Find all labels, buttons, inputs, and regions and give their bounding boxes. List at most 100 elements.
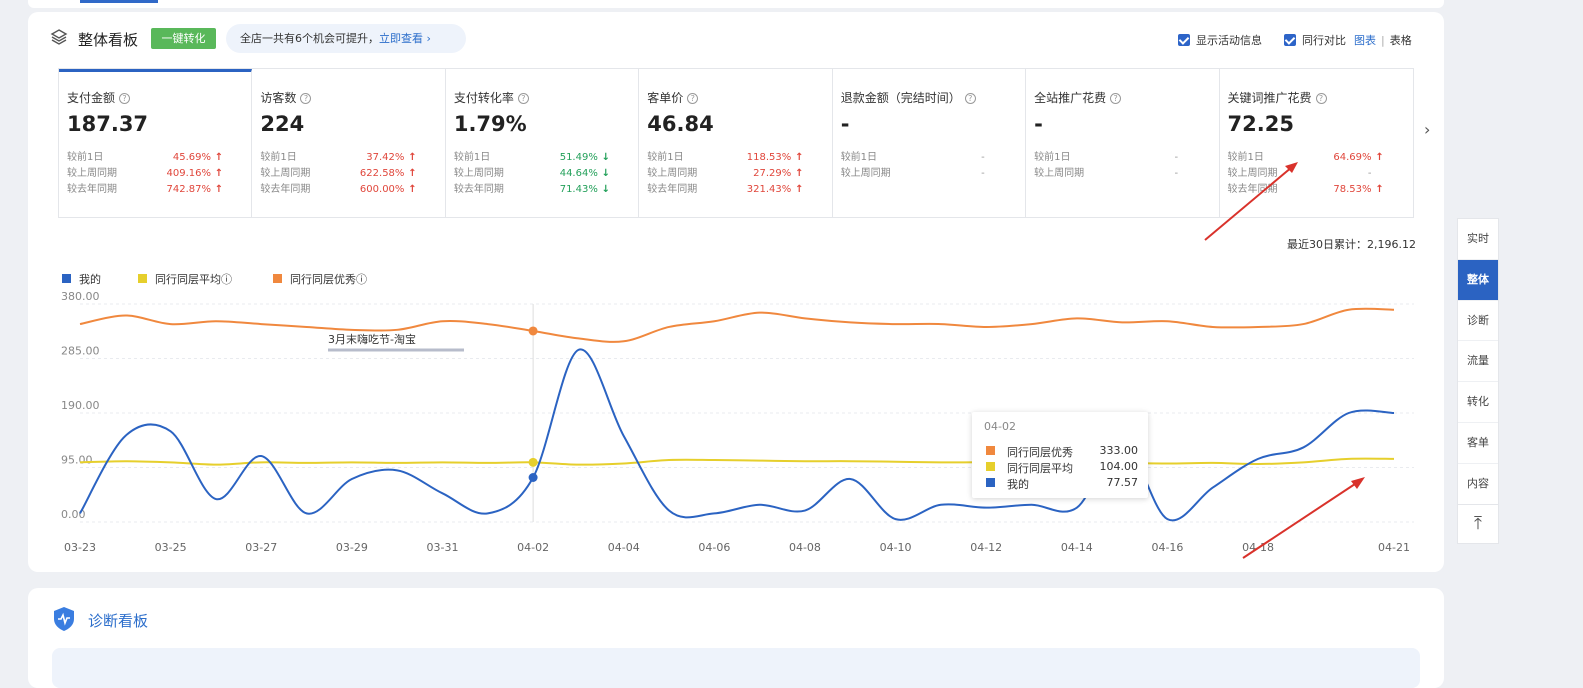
trend-chart: 我的 同行同层平均ⓘ 同行同层优秀ⓘ0.0095.00190.00285.00380… <box>61 272 1414 554</box>
help-icon[interactable]: ? <box>300 93 312 104</box>
x-tick-label: 04-21 <box>1378 541 1410 554</box>
side-navigation: 实时 整体 诊断 流量 转化 客单 内容 <box>1457 218 1499 544</box>
view-now-link[interactable]: 立即查看 <box>379 32 423 45</box>
comparison-label: 较前1日 <box>1034 152 1071 163</box>
comparison-row: 较去年同期 321.43% ↑ <box>647 182 807 198</box>
chevron-right-icon[interactable]: › <box>1424 120 1438 139</box>
comparison-row: 较去年同期 78.53% ↑ <box>1228 182 1388 198</box>
comparison-row: 较上周同期 409.16% ↑ <box>67 166 227 182</box>
sidenav-item[interactable]: 客单 <box>1458 423 1498 464</box>
x-tick-label: 04-14 <box>1061 541 1093 554</box>
arrow-up-icon: ↑ <box>1375 152 1384 163</box>
tooltip-series-value: 77.57 <box>1106 476 1139 489</box>
diagnosis-panel: 诊断看板 <box>28 588 1444 688</box>
arrow-up-icon: ↑ <box>795 152 804 163</box>
help-icon[interactable]: ? <box>517 93 529 104</box>
metric-card[interactable]: 支付金额? 187.37 较前1日 45.69% ↑ 较上周同期 409.16% ↑ 较去年同期… <box>59 69 253 217</box>
metric-card[interactable]: 访客数? 224 较前1日 37.42% ↑ 较上周同期 622.58% ↑ 较去年同期 600.… <box>252 69 446 217</box>
comparison-label: 较上周同期 <box>67 168 117 179</box>
sidenav-item[interactable]: 流量 <box>1458 341 1498 382</box>
tooltip-series-name: 我的 <box>1007 478 1029 491</box>
active-tab-indicator <box>80 0 158 3</box>
metric-cards: 支付金额? 187.37 较前1日 45.69% ↑ 较上周同期 409.16% ↑ 较去年同期… <box>58 68 1414 218</box>
comparison-row: 较前1日 51.49% ↓ <box>454 150 614 166</box>
comparison-value: 64.69% <box>1333 152 1372 163</box>
x-tick-label: 04-06 <box>698 541 730 554</box>
metric-card[interactable]: 关键词推广花费? 72.25 较前1日 64.69% ↑ 较上周同期 - 较去年同期 78.53… <box>1220 69 1413 217</box>
sidenav-item[interactable]: 内容 <box>1458 464 1498 505</box>
comparison-value: 409.16% <box>166 168 212 179</box>
metric-card[interactable]: 退款金额（完结时间）? - 较前1日 - 较上周同期 - <box>833 69 1027 217</box>
view-table-link[interactable]: 表格 <box>1390 32 1412 48</box>
sidenav-item[interactable]: 转化 <box>1458 382 1498 423</box>
comparison-label: 较上周同期 <box>1034 168 1085 179</box>
back-to-top-icon[interactable]: ⤒ <box>1457 504 1499 544</box>
no-change-icon <box>985 150 1001 166</box>
help-icon[interactable]: ? <box>687 93 699 104</box>
comparison-label: 较去年同期 <box>260 184 311 195</box>
opportunity-tip[interactable]: 全店一共有6个机会可提升，立即查看 › <box>226 24 466 53</box>
help-icon[interactable]: ? <box>119 93 131 104</box>
comparison-value: 51.49% <box>559 152 598 163</box>
arrow-up-icon: ↑ <box>795 184 804 195</box>
view-separator: | <box>1381 33 1385 47</box>
comparison-label: 较上周同期 <box>647 168 698 179</box>
x-tick-label: 04-04 <box>608 541 640 554</box>
comparison-label: 较去年同期 <box>1227 184 1278 195</box>
metric-label: 退款金额（完结时间）? <box>841 89 1025 106</box>
sidenav-item[interactable]: 整体 <box>1458 259 1498 301</box>
no-change-icon <box>1372 166 1388 182</box>
help-icon[interactable]: ? <box>964 93 976 104</box>
sidenav-item[interactable]: 实时 <box>1458 219 1498 260</box>
arrow-down-icon: ↓ <box>601 168 611 179</box>
comparison-row: 较去年同期 71.43% ↓ <box>454 182 614 198</box>
help-icon[interactable]: ? <box>1315 93 1327 104</box>
comparison-value: 742.87% <box>166 184 212 195</box>
help-icon[interactable]: ? <box>1110 93 1122 104</box>
show-activity-checkbox[interactable]: 显示活动信息 <box>1178 32 1262 48</box>
tooltip-series-value: 104.00 <box>1099 460 1139 473</box>
sidenav-item[interactable]: 诊断 <box>1458 301 1498 342</box>
comparison-row: 较上周同期 622.58% ↑ <box>260 166 420 182</box>
y-tick-label: 285.00 <box>61 345 100 358</box>
comparison-row: 较去年同期 600.00% ↑ <box>260 182 420 198</box>
series-line-peer-best <box>79 307 1395 343</box>
legend-swatch <box>273 274 282 283</box>
overview-panel: 整体看板 一键转化 全店一共有6个机会可提升，立即查看 › 显示活动信息 同行对… <box>28 12 1444 572</box>
comparison-row: 较前1日 37.42% ↑ <box>260 150 420 166</box>
comparison-row: 较上周同期 - <box>1228 166 1388 182</box>
comparison-label: 较前1日 <box>647 152 684 163</box>
diagnosis-content <box>52 648 1420 688</box>
checkbox-checked-icon <box>1284 34 1296 46</box>
tooltip-series-value: 333.00 <box>1099 444 1139 457</box>
tooltip-row: 同行同层平均 104.00 <box>986 460 1138 476</box>
arrow-up-icon: ↑ <box>408 152 417 163</box>
metric-value: 1.79% <box>453 112 527 136</box>
metric-value: 72.25 <box>1227 112 1294 136</box>
comparison-label: 较前1日 <box>840 152 878 163</box>
peer-compare-checkbox[interactable]: 同行对比 图表 | 表格 <box>1284 32 1412 48</box>
metric-label: 客单价? <box>647 89 831 106</box>
comparison-label: 较上周同期 <box>840 168 891 179</box>
series-line-peer-average <box>79 457 1395 466</box>
hover-point <box>528 326 538 336</box>
x-tick-label: 03-29 <box>336 541 368 554</box>
comparison-value: - <box>981 168 985 179</box>
comparison-label: 较前1日 <box>453 152 491 163</box>
tooltip-series-name: 同行同层优秀 <box>1007 446 1073 459</box>
view-chart-link[interactable]: 图表 <box>1354 32 1376 48</box>
x-tick-label: 04-12 <box>970 541 1002 554</box>
legend-swatch <box>138 274 147 283</box>
metric-label: 支付转化率? <box>454 89 638 106</box>
metric-card[interactable]: 支付转化率? 1.79% 较前1日 51.49% ↓ 较上周同期 44.64% ↓ 较去年同期 7… <box>446 69 640 217</box>
comparison-value: 27.29% <box>753 168 792 179</box>
metric-card[interactable]: 全站推广花费? - 较前1日 - 较上周同期 - <box>1026 69 1220 217</box>
x-tick-label: 04-16 <box>1151 541 1183 554</box>
metric-card[interactable]: 客单价? 46.84 较前1日 118.53% ↑ 较上周同期 27.29% ↑ 较去年同期 32… <box>639 69 833 217</box>
layers-icon <box>50 29 68 45</box>
series-line-mine <box>79 348 1395 522</box>
no-change-icon <box>1178 150 1194 166</box>
x-tick-label: 03-23 <box>64 541 96 554</box>
one-click-convert-button[interactable]: 一键转化 <box>151 28 216 49</box>
comparison-row: 较前1日 118.53% ↑ <box>647 150 807 166</box>
